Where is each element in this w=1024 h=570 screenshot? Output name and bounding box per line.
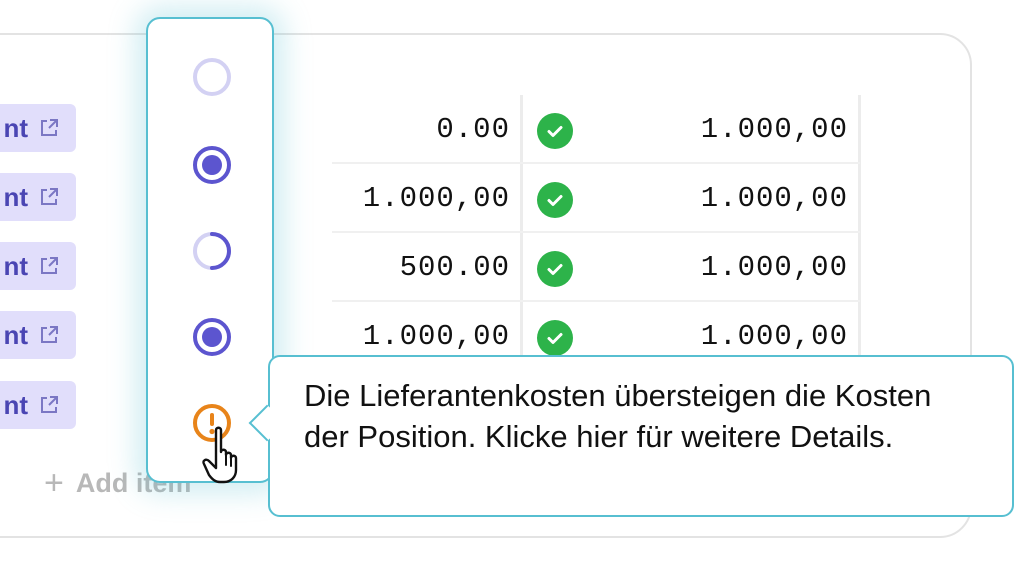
row-divider bbox=[332, 162, 860, 164]
external-link-icon bbox=[41, 396, 58, 413]
chip-label: nt bbox=[3, 389, 28, 420]
total-cell: 1.000,00 bbox=[700, 182, 848, 215]
check-icon bbox=[537, 182, 573, 218]
item-chip[interactable]: nt bbox=[0, 242, 76, 290]
external-link-icon bbox=[41, 257, 58, 274]
filled-radio-icon[interactable] bbox=[192, 317, 232, 357]
chip-label: nt bbox=[3, 112, 28, 143]
status-column-highlight bbox=[146, 17, 274, 483]
filled-radio-icon[interactable] bbox=[192, 145, 232, 185]
check-icon bbox=[537, 113, 573, 149]
total-cell: 1.000,00 bbox=[700, 251, 848, 284]
item-chip[interactable]: nt bbox=[0, 381, 76, 429]
item-chip[interactable]: nt bbox=[0, 311, 76, 359]
amount-cell: 0.00 bbox=[436, 113, 510, 146]
column-divider bbox=[858, 95, 861, 360]
total-cell: 1.000,00 bbox=[700, 113, 848, 146]
external-link-icon bbox=[41, 188, 58, 205]
external-link-icon bbox=[41, 119, 58, 136]
item-chip[interactable]: nt bbox=[0, 104, 76, 152]
external-link-icon bbox=[41, 326, 58, 343]
chip-label: nt bbox=[3, 319, 28, 350]
column-divider bbox=[520, 95, 523, 360]
partial-circle-icon[interactable] bbox=[192, 231, 232, 271]
empty-circle-icon[interactable] bbox=[192, 57, 232, 97]
plus-icon: + bbox=[44, 464, 64, 502]
check-icon bbox=[537, 251, 573, 287]
chip-label: nt bbox=[3, 250, 28, 281]
warning-tooltip[interactable]: Die Lieferantenkosten übersteigen die Ko… bbox=[268, 355, 1014, 517]
total-cell: 1.000,00 bbox=[700, 320, 848, 353]
item-chip[interactable]: nt bbox=[0, 173, 76, 221]
row-divider bbox=[332, 231, 860, 233]
tooltip-text: Die Lieferantenkosten übersteigen die Ko… bbox=[304, 378, 932, 454]
check-icon bbox=[537, 320, 573, 356]
chip-label: nt bbox=[3, 181, 28, 212]
amount-cell: 500.00 bbox=[399, 251, 510, 284]
amount-cell: 1.000,00 bbox=[362, 182, 510, 215]
hand-pointer-icon bbox=[202, 426, 238, 484]
row-divider bbox=[332, 300, 860, 302]
amount-cell: 1.000,00 bbox=[362, 320, 510, 353]
